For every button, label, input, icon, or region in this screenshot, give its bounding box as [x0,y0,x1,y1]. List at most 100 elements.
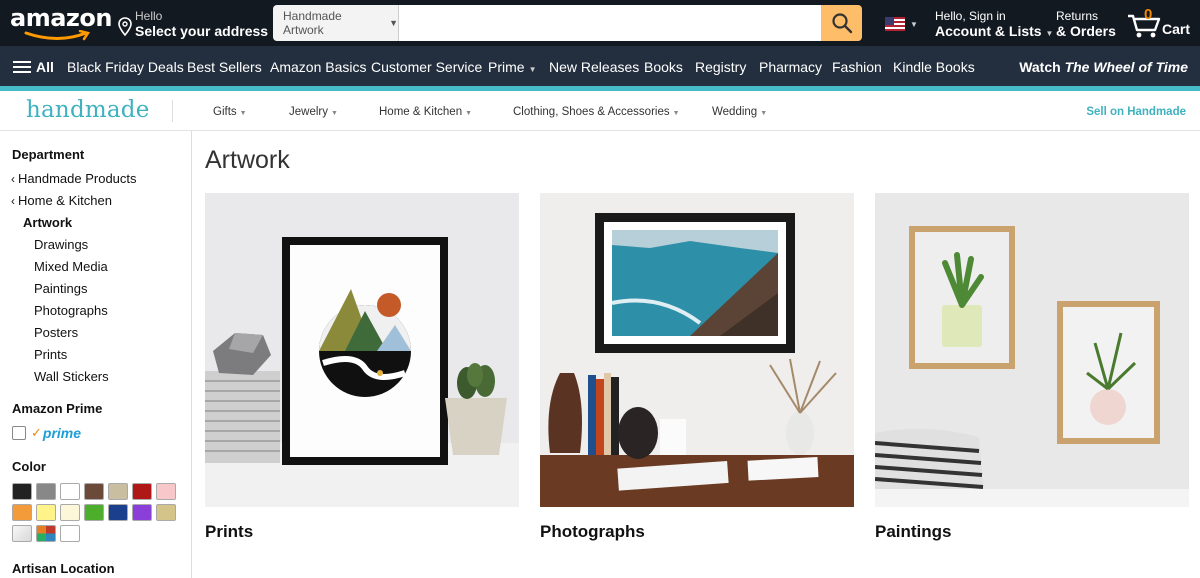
prime-checkbox[interactable] [12,426,26,440]
divider [172,100,173,122]
nav-black-friday-deals[interactable]: Black Friday Deals [67,59,184,75]
hamburger-icon [13,60,31,74]
nav-amazon-basics[interactable]: Amazon Basics [270,59,366,75]
color-swatch-beige[interactable] [108,483,128,500]
nav-customer-service[interactable]: Customer Service [371,59,482,75]
logo-text: amazon [10,4,112,32]
color-swatch-blue[interactable] [108,504,128,521]
handmade-nav-bar: handmade Gifts ▼ Jewelry ▼ Home & Kitchen ▼… [0,91,1200,131]
nav-books[interactable]: Books [644,59,683,75]
category-card-photographs[interactable]: Photographs [540,193,854,541]
location-pin-icon [118,17,132,37]
hm-nav-wedding[interactable]: Wedding ▼ [712,106,767,118]
color-swatch-silver[interactable] [12,525,32,542]
all-menu-button[interactable]: All [13,59,54,75]
color-swatch-purple[interactable] [132,504,152,521]
color-heading: Color [12,459,46,474]
deliver-address: Select your address [135,23,269,39]
color-swatch-ivory[interactable] [60,504,80,521]
hm-nav-home-kitchen[interactable]: Home & Kitchen ▼ [379,106,472,118]
prime-filter[interactable]: ✓ prime [12,425,81,441]
prints-image[interactable] [205,193,519,507]
card-label-paintings[interactable]: Paintings [875,522,952,542]
chevron-left-icon: ‹ [11,194,15,208]
hm-nav-jewelry[interactable]: Jewelry ▼ [289,106,338,118]
color-swatch-white[interactable] [60,483,80,500]
prime-logo: prime [42,425,82,441]
color-swatch-green[interactable] [84,504,104,521]
all-label: All [36,59,54,75]
nav-pharmacy[interactable]: Pharmacy [759,59,822,75]
color-swatch-gray[interactable] [36,483,56,500]
color-swatch-black[interactable] [12,483,32,500]
dept-home-kitchen[interactable]: ‹ Home & Kitchen [11,193,112,208]
account-menu[interactable]: Hello, Sign in Account & Lists ▼ [935,9,1053,42]
account-lists-label: Account & Lists ▼ [935,23,1054,39]
dept-drawings[interactable]: Drawings [34,237,88,252]
deliver-to-address[interactable]: Hello Select your address [118,9,268,39]
search-input[interactable] [399,5,821,41]
color-swatch-red[interactable] [132,483,152,500]
amazon-prime-heading: Amazon Prime [12,401,103,416]
search-category-select[interactable]: Handmade Artwork ▼ [273,5,399,41]
search-bar: Handmade Artwork ▼ [273,5,862,41]
color-swatch-gold[interactable] [156,504,176,521]
caret-down-icon: ▼ [910,19,918,29]
dept-posters[interactable]: Posters [34,325,78,340]
dept-handmade-products[interactable]: ‹ Handmade Products [11,171,137,186]
search-button[interactable] [821,5,862,41]
caret-down-icon: ▼ [528,65,537,74]
amazon-logo[interactable]: amazon [10,6,112,41]
nav-prime[interactable]: Prime ▼ [488,59,536,78]
caret-down-icon: ▼ [389,18,398,28]
chevron-left-icon: ‹ [11,172,15,186]
caret-down-icon: ▼ [760,110,768,117]
card-label-photographs[interactable]: Photographs [540,522,645,542]
hm-nav-clothing[interactable]: Clothing, Shoes & Accessories ▼ [513,106,680,118]
caret-down-icon: ▼ [239,110,247,117]
deliver-greeting: Hello [135,9,163,23]
prime-check-icon: ✓ [31,425,42,440]
paintings-image[interactable] [875,193,1189,507]
promo-watch-link[interactable]: Watch The Wheel of Time [1019,59,1188,75]
cart-count: 0 [1144,6,1153,23]
account-greeting: Hello, Sign in [935,9,1006,23]
search-category-label: Handmade Artwork [283,9,342,37]
sell-on-handmade-link[interactable]: Sell on Handmade [1086,106,1186,118]
dept-mixed-media[interactable]: Mixed Media [34,259,108,274]
nav-new-releases[interactable]: New Releases [549,59,639,75]
category-card-paintings[interactable]: Paintings [875,193,1189,541]
card-label-prints[interactable]: Prints [205,522,253,542]
color-swatch-brown[interactable] [84,483,104,500]
color-swatch-yellow[interactable] [36,504,56,521]
top-nav-bar: amazon Hello Select your address Handmad… [0,0,1200,46]
language-selector[interactable]: ▼ [885,17,918,31]
returns-orders-link[interactable]: Returns & Orders [1056,9,1116,39]
hm-nav-gifts[interactable]: Gifts ▼ [213,106,247,118]
photographs-image[interactable] [540,193,854,507]
returns-label: Returns [1056,9,1099,23]
search-icon [831,13,852,34]
category-card-prints[interactable]: Prints [205,193,519,541]
dept-paintings[interactable]: Paintings [34,281,87,296]
color-swatch-orange[interactable] [12,504,32,521]
department-heading: Department [12,147,85,162]
color-swatch-multicolor[interactable] [36,525,56,542]
dept-prints[interactable]: Prints [34,347,67,362]
nav-kindle-books[interactable]: Kindle Books [893,59,975,75]
orders-label: & Orders [1056,23,1116,39]
nav-registry[interactable]: Registry [695,59,746,75]
cart-label: Cart [1162,21,1191,37]
dept-photographs[interactable]: Photographs [34,303,108,318]
cart-button[interactable]: 0 Cart [1127,6,1193,40]
caret-down-icon: ▼ [672,110,680,117]
color-swatch-pink[interactable] [156,483,176,500]
caret-down-icon: ▼ [330,110,338,117]
nav-fashion[interactable]: Fashion [832,59,882,75]
artisan-location-heading: Artisan Location [12,561,115,576]
secondary-nav: All Black Friday Deals Best Sellers Amaz… [0,46,1200,86]
nav-best-sellers[interactable]: Best Sellers [187,59,262,75]
color-swatch-clear[interactable] [60,525,80,542]
handmade-logo[interactable]: handmade [26,97,150,123]
dept-wall-stickers[interactable]: Wall Stickers [34,369,109,384]
